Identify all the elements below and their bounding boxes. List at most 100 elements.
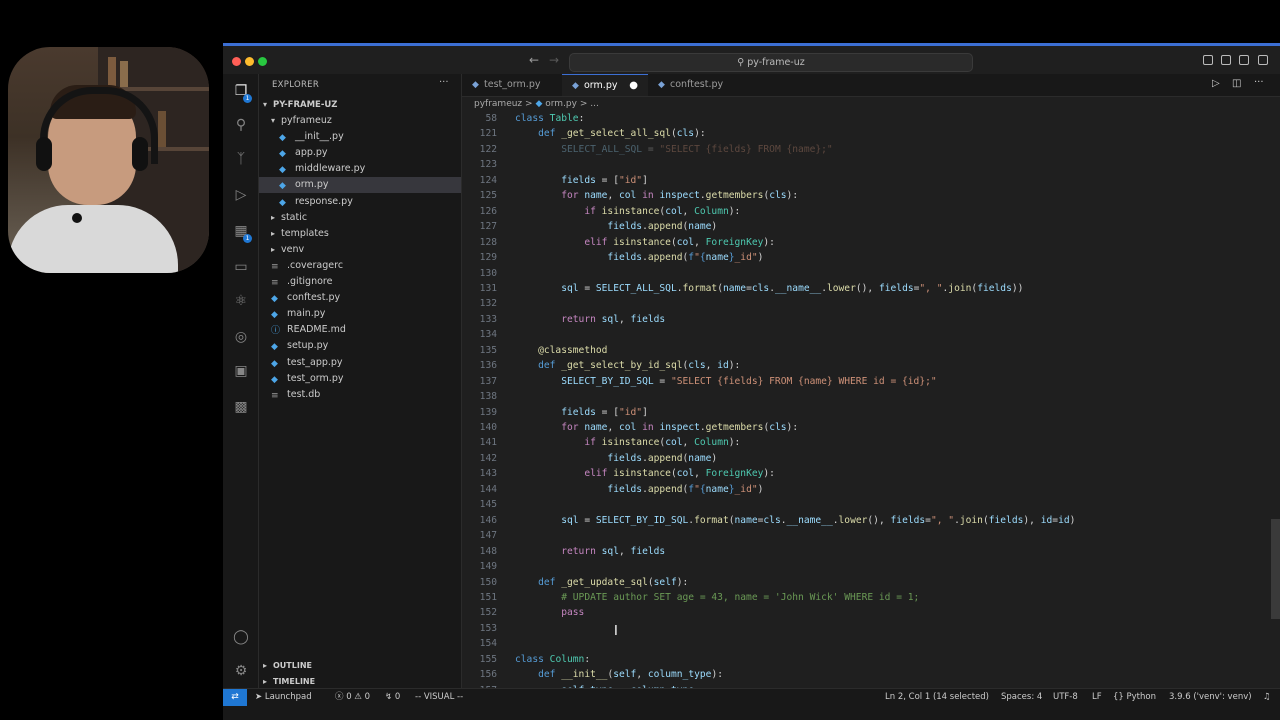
indentation[interactable]: Spaces: 4 [1001,689,1042,706]
code-line[interactable]: # UPDATE author SET age = 43, name = 'Jo… [515,592,919,603]
toggle-primary-sidebar-icon[interactable] [1203,55,1213,65]
remote-explorer-icon[interactable]: ▭ [232,258,250,276]
command-center[interactable]: ⚲ py-frame-uz [569,53,973,72]
code-line[interactable]: sql = SELECT_BY_ID_SQL.format(name=cls._… [515,515,1075,526]
testing-icon[interactable]: ⚛ [232,292,250,310]
gitlens-icon[interactable]: ◎ [232,328,250,346]
settings-gear-icon[interactable]: ⚙ [232,662,250,680]
tab-label: conftest.py [670,79,724,90]
forward-arrow-icon[interactable]: → [549,53,559,67]
tree-item[interactable]: ▸ templates [259,226,461,242]
breadcrumb-symbol[interactable]: ... [590,99,599,109]
code-line[interactable]: sql = SELECT_ALL_SQL.format(name=cls.__n… [515,283,1023,294]
close-window-button[interactable] [232,57,241,66]
docker-icon[interactable]: ▣ [232,362,250,380]
code-line[interactable]: return sql, fields [515,546,665,557]
code-line[interactable]: for name, col in inspect.getmembers(cls)… [515,422,798,433]
code-line[interactable]: fields.append(f"{name}_id") [515,484,763,495]
tree-item[interactable]: ◆ middleware.py [259,161,461,177]
tree-item[interactable]: ≡ .gitignore [259,274,461,290]
launchpad-item[interactable]: ➤ Launchpad [255,689,312,706]
code-line[interactable]: if isinstance(col, Column): [515,437,740,448]
code-line[interactable]: return sql, fields [515,314,665,325]
tree-item[interactable]: ⓘ README.md [259,322,461,338]
sticky-scroll-line[interactable]: class Table: [515,113,585,124]
code-line[interactable]: for name, col in inspect.getmembers(cls)… [515,190,798,201]
code-editor[interactable]: 58 class Table: 121 def _get_select_all_sq… [462,113,1280,688]
code-line[interactable]: class Column: [515,654,590,665]
tree-item[interactable]: ◆ app.py [259,145,461,161]
tree-item[interactable]: ≡ .coveragerc [259,258,461,274]
split-editor-icon[interactable]: ◫ [1232,78,1241,89]
run-file-icon[interactable]: ▷ [1212,78,1220,89]
code-line[interactable]: SELECT_ALL_SQL = "SELECT {fields} FROM {… [515,144,832,155]
code-line[interactable]: def _get_update_sql(self): [515,577,688,588]
python-interpreter[interactable]: 3.9.6 ('venv': venv) [1169,689,1252,706]
python-file-icon: ◆ [535,99,543,109]
code-line[interactable]: if isinstance(col, Column): [515,206,740,217]
breadcrumb-file[interactable]: orm.py [545,99,577,109]
code-line[interactable]: elif isinstance(col, ForeignKey): [515,468,775,479]
problems-indicator[interactable]: ⓧ 0 ⚠ 0 [335,689,370,706]
outline-section[interactable]: ▸ OUTLINE [259,658,461,674]
line-number: 133 [479,313,497,325]
cursor-position[interactable]: Ln 2, Col 1 (14 selected) [885,689,989,706]
customize-layout-icon[interactable] [1258,55,1268,65]
code-line[interactable]: elif isinstance(col, ForeignKey): [515,237,775,248]
tree-item[interactable]: ▾ pyframeuz [259,113,461,129]
sticky-scroll-line[interactable]: def _get_select_all_sql(cls): [515,128,706,140]
code-line[interactable]: fields.append(name) [515,221,717,232]
code-line[interactable]: fields = ["id"] [515,175,648,186]
more-actions-icon[interactable]: ··· [439,77,449,88]
tree-item[interactable]: ◆ test_orm.py [259,371,461,387]
tree-item[interactable]: ≡ test.db [259,387,461,403]
remote-indicator-icon[interactable]: ⇄ [223,689,247,706]
tree-item[interactable]: ◆ conftest.py [259,290,461,306]
back-arrow-icon[interactable]: ← [529,53,539,67]
python-file-icon: ◆ [572,81,579,91]
code-line[interactable]: def __init__(self, column_type): [515,669,723,680]
code-line[interactable]: fields = ["id"] [515,407,648,418]
tree-item[interactable]: ◆ orm.py [259,177,461,194]
tree-item[interactable]: ◆ response.py [259,194,461,210]
database-icon[interactable]: ▩ [232,398,250,416]
tree-item-label: templates [281,227,329,239]
code-line[interactable]: def _get_select_by_id_sql(cls, id): [515,360,740,371]
language-mode[interactable]: {} Python [1113,689,1156,706]
toggle-panel-icon[interactable] [1221,55,1231,65]
source-control-icon[interactable]: ᛉ [232,150,250,168]
breadcrumb-folder[interactable]: pyframeuz [474,99,522,109]
code-line[interactable]: @classmethod [515,345,607,356]
editor-scrollbar[interactable] [1271,519,1280,619]
notifications-bell-icon[interactable]: ♫ [1263,689,1271,706]
tree-item[interactable]: ▸ venv [259,242,461,258]
tab-label: test_orm.py [484,79,541,90]
code-line[interactable]: fields.append(name) [515,453,717,464]
code-line[interactable]: fields.append(f"{name}_id") [515,252,763,263]
tree-item[interactable]: ◆ main.py [259,306,461,322]
encoding[interactable]: UTF-8 [1053,689,1078,706]
tree-item[interactable]: ▸ static [259,210,461,226]
tab-conftest[interactable]: ◆ conftest.py [648,74,748,96]
more-actions-icon[interactable]: ··· [1254,77,1264,88]
account-icon[interactable]: ◯ [232,628,250,646]
search-icon[interactable]: ⚲ [232,116,250,134]
breadcrumb-separator: > [579,99,588,109]
unsaved-dot-icon[interactable]: ● [629,75,638,97]
tree-item[interactable]: ◆ test_app.py [259,355,461,371]
toggle-secondary-sidebar-icon[interactable] [1239,55,1249,65]
end-of-line[interactable]: LF [1092,689,1102,706]
workspace-root[interactable]: ▾ PY-FRAME-UZ [259,97,461,113]
tab-test-orm[interactable]: ◆ test_orm.py [462,74,562,96]
tree-item-label: pyframeuz [281,115,332,126]
code-line[interactable]: SELECT_BY_ID_SQL = "SELECT {fields} FROM… [515,376,936,387]
tree-item[interactable]: ◆ setup.py [259,338,461,354]
rocket-icon: ➤ [255,692,265,702]
zoom-window-button[interactable] [258,57,267,66]
code-line[interactable]: pass [515,607,584,618]
run-debug-icon[interactable]: ▷ [232,186,250,204]
tree-item[interactable]: ◆ __init__.py [259,129,461,145]
tab-orm[interactable]: ◆ orm.py ● [562,74,648,96]
minimize-window-button[interactable] [245,57,254,66]
ports-indicator[interactable]: ↯ 0 [385,689,400,706]
